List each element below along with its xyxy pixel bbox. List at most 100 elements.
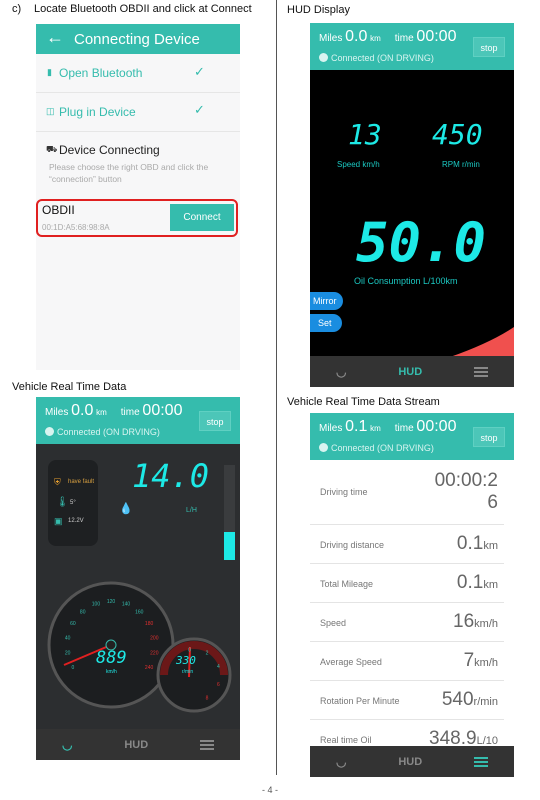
device-item-obdii[interactable]: OBDII 00:1D:A5:68:98:8A Connect [36,199,238,237]
speed-label: Speed km/h [337,160,380,169]
rpm-tick-label: 4 [217,664,220,670]
nav-hud[interactable]: HUD [398,756,422,768]
step-description: Please choose the right OBD and click th… [49,162,209,184]
check-circle-icon [45,427,54,436]
step-label: Device Connecting [59,143,160,157]
step-open-bluetooth[interactable]: ▮ Open Bluetooth ✓ [36,54,240,93]
bottom-nav: ◡ HUD [310,746,514,777]
device-name: OBDII [42,203,75,217]
rpm-unit: r/min [182,669,194,675]
set-button[interactable]: Set [310,314,342,332]
caption-hud: HUD Display [287,4,350,16]
stop-button[interactable]: stop [473,37,505,57]
time-label: time [120,407,140,418]
speed-tick-label: 40 [65,635,71,641]
gauge-icon[interactable]: ◡ [62,738,72,752]
speed-unit: km/h [106,669,117,675]
row-unit: km [483,540,498,552]
miles-unit: km [370,34,381,43]
page-number: - 4 - [261,785,278,795]
time-label: time [394,33,414,44]
miles-label: Miles [45,407,69,418]
speed-tick-label: 120 [107,599,116,605]
status-header: Miles 0.0 km time 00:00 stop Connected (… [36,397,240,444]
step-plug-in-device[interactable]: ◫ Plug in Device ✓ [36,93,240,132]
speedometer: 0 20 40 60 80 100 120 140 160180 200 220 240 0 2 4 6 8 [47,581,232,713]
rpm-tick-label: 8 [206,696,209,702]
status-header: Miles 0.1 km time 00:00 stop Connected (… [310,413,514,460]
time-value: 00:00 [416,418,457,435]
mirror-button[interactable]: Mirror [310,292,343,310]
device-address: 00:1D:A5:68:98:8A [42,223,110,232]
nav-hud[interactable]: HUD [398,366,422,378]
row-value: 540 [441,689,474,710]
menu-icon[interactable] [200,739,215,750]
speed-tick-label: 220 [150,651,159,657]
plug-icon: ◫ [46,106,55,116]
row-label: Speed [320,618,347,628]
gauge-icon[interactable]: ◡ [336,365,346,379]
temperature-value: 5° [70,500,76,506]
hud-screen: Miles 0.0 km time 00:00 stop Connected (… [310,23,514,387]
speed-tick-label: 60 [70,621,76,627]
speed-tick-label: 0 [72,665,75,671]
rpm-value: 450 [432,118,483,151]
level-bar [224,465,235,560]
rpm-tick-label: 2 [206,650,209,656]
level-bar-fill [224,531,235,560]
row-value: 16 [453,611,475,632]
row-value: 00:00:2 [434,470,498,491]
stop-button[interactable]: stop [199,411,231,431]
fault-status: have fault [68,479,95,485]
connection-status: Connected (ON DRVING) [331,53,434,63]
row-label: Driving time [320,487,368,497]
shield-icon: ⛨ [54,477,61,487]
connect-button[interactable]: Connect [170,204,234,231]
thermometer-icon: 🌡 [56,497,69,508]
data-row: Rotation Per Minute 540r/min [310,681,504,720]
row-label: Rotation Per Minute [320,696,400,706]
fuel-drop-icon: 💧 [119,503,133,515]
row-value-continued: 6 [487,492,498,513]
miles-value: 0.0 [71,402,94,419]
step-device-connecting: ⛟ Device Connecting Please choose the ri… [36,132,240,198]
step-text: Locate Bluetooth OBDII and click at Conn… [34,3,252,15]
rpm-label: RPM r/min [442,160,480,169]
menu-icon[interactable] [474,756,489,767]
row-unit: r/min [473,696,498,708]
back-arrow-icon[interactable]: ← [46,27,64,48]
row-label: Total Mileage [320,579,374,589]
speed-value: 13 [348,118,382,151]
check-circle-icon [319,443,328,452]
nav-hud[interactable]: HUD [124,739,148,751]
speed-digital-value: 889 [96,648,127,668]
speed-tick-label: 180 [145,621,154,627]
row-label: Driving distance [320,540,385,550]
time-label: time [394,423,414,434]
menu-icon[interactable] [474,366,489,377]
speed-tick-label: 80 [80,609,86,615]
data-row: Speed 16km/h [310,603,504,642]
fuel-unit: L/H [186,507,197,514]
row-value: 7 [463,650,475,671]
step-label: Plug in Device [59,105,136,119]
stop-button[interactable]: stop [473,427,505,447]
status-panel: ⛨ have fault 🌡 5° ▣ 12.2V [48,460,98,546]
rpm-digital-value: 330 [176,654,196,667]
row-label: Average Speed [320,657,382,667]
bottom-nav: ◡ HUD [310,356,514,387]
step-label: Open Bluetooth [59,66,143,80]
checkmark-icon: ✓ [194,64,205,79]
miles-label: Miles [319,33,343,44]
caption-stream: Vehicle Real Time Data Stream [287,396,440,408]
speed-arc-indicator [450,327,514,357]
oil-consumption-value: 50.0 [356,211,487,274]
row-label: Real time Oil [320,735,372,745]
speed-tick-label: 200 [150,635,159,641]
gauge-icon[interactable]: ◡ [336,755,346,769]
realtime-screen: Miles 0.0 km time 00:00 stop Connected (… [36,397,240,760]
row-unit: km/h [474,657,498,669]
data-row: Total Mileage 0.1km [310,564,504,603]
bottom-nav: ◡ HUD [36,729,240,760]
bluetooth-icon: ▮ [47,67,52,77]
